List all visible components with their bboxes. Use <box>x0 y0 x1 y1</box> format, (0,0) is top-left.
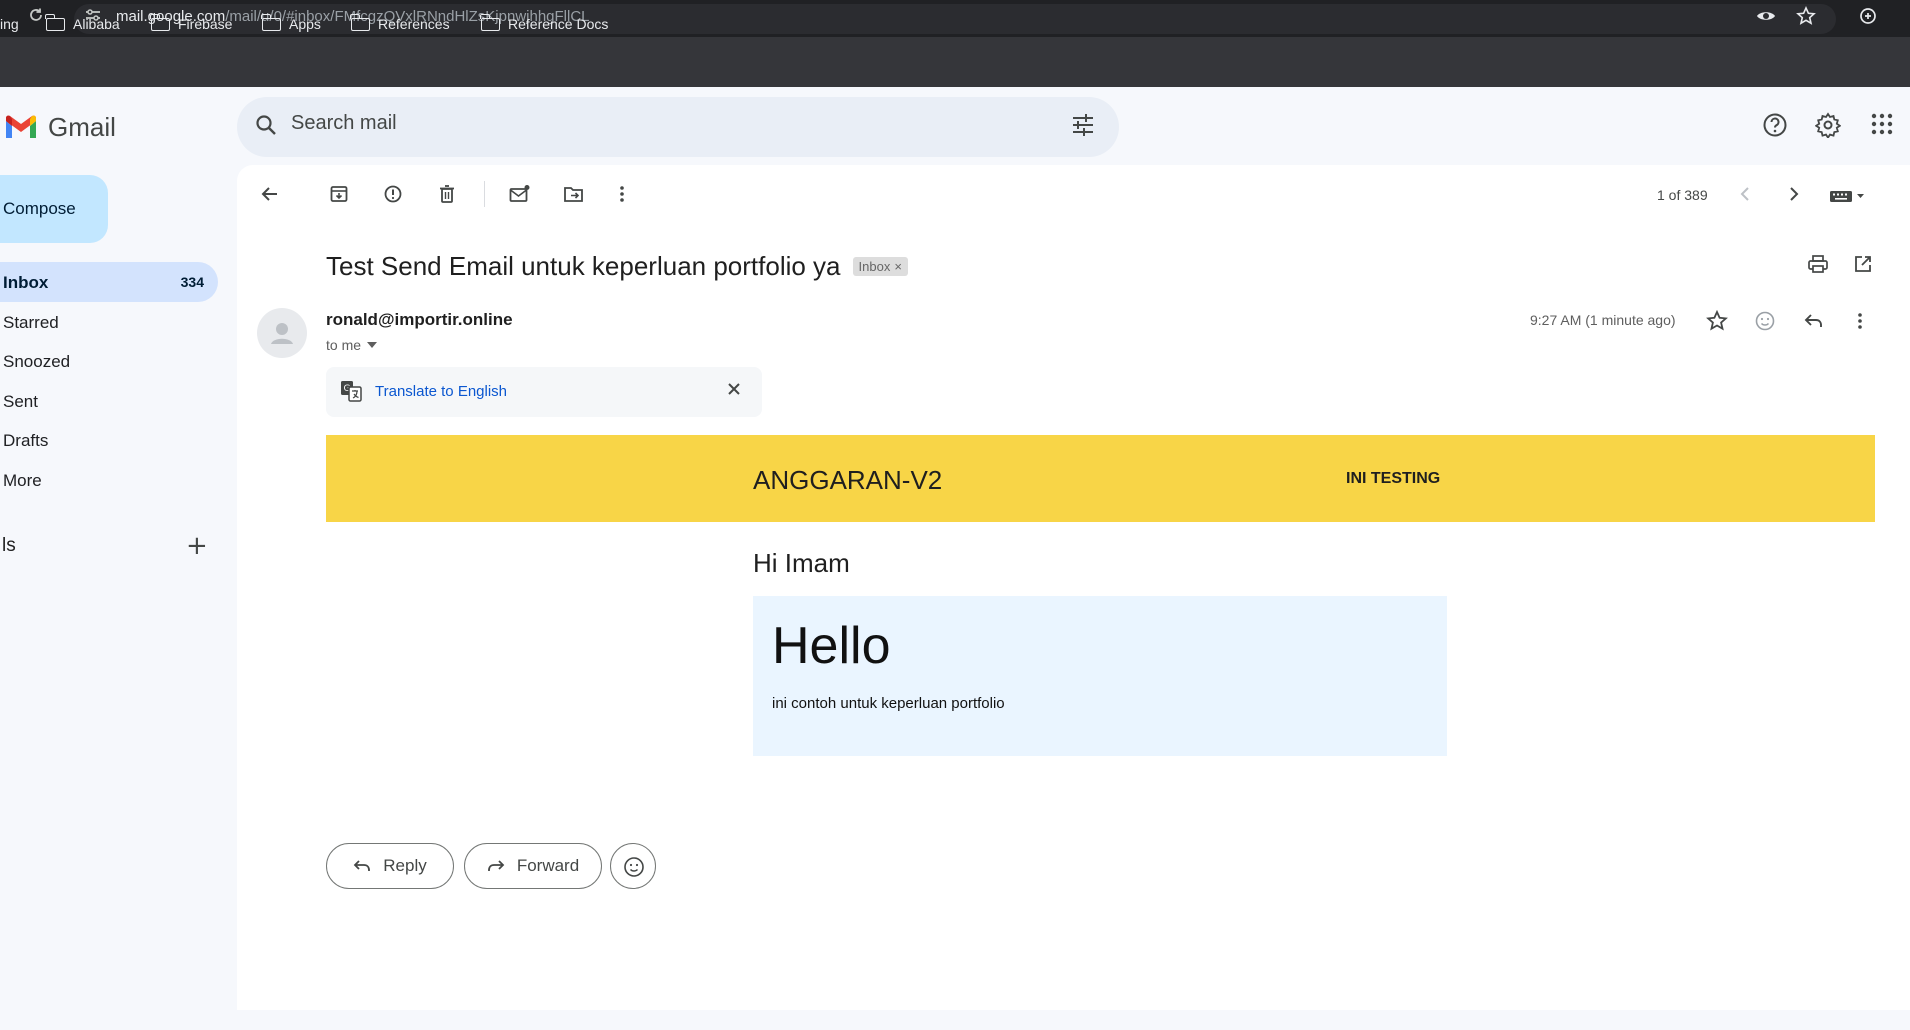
mark-unread-icon[interactable] <box>509 184 531 209</box>
card-body-text: ini contoh untuk keperluan portfolio <box>772 695 1005 712</box>
bookmark-label: References <box>378 16 450 32</box>
gmail-m-icon <box>6 115 36 138</box>
emoji-icon <box>624 857 644 877</box>
sidebar-item-drafts[interactable]: Drafts <box>0 420 218 460</box>
message-timestamp: 9:27 AM (1 minute ago) <box>1530 312 1676 328</box>
sidebar-item-snoozed[interactable]: Snoozed <box>0 341 218 381</box>
bookmark-folder-references[interactable]: References <box>350 13 450 32</box>
folder-icon <box>150 13 170 31</box>
newer-chevron-icon[interactable] <box>1738 184 1752 209</box>
card-heading: Hello <box>772 617 891 675</box>
remove-label-button[interactable]: × <box>894 259 902 274</box>
sender-avatar[interactable] <box>257 308 307 358</box>
bookmarks-bar <box>0 37 1910 87</box>
archive-icon[interactable] <box>329 184 349 209</box>
sender-email[interactable]: ronald@importir.online <box>326 310 513 330</box>
labels-heading: ls <box>2 535 16 556</box>
folder-icon <box>261 13 281 31</box>
report-spam-icon[interactable] <box>383 184 403 209</box>
bookmark-star-icon[interactable] <box>1796 6 1816 31</box>
forward-label: Forward <box>516 856 580 875</box>
bookmark-folder-alibaba[interactable]: Alibaba <box>45 13 120 32</box>
reply-label: Reply <box>383 856 427 875</box>
bookmark-label: Apps <box>289 16 321 32</box>
search-input[interactable] <box>291 112 991 135</box>
sidebar-item-label: Snoozed <box>3 352 71 371</box>
close-translate-icon[interactable] <box>726 378 742 403</box>
extension-icon[interactable] <box>1858 6 1878 31</box>
bookmark-item[interactable]: ing <box>0 16 19 32</box>
sidebar-item-more[interactable]: More <box>0 460 218 500</box>
folder-icon <box>45 13 65 31</box>
bookmark-label: Firebase <box>178 16 233 32</box>
message-subject: Test Send Email untuk keperluan portfoli… <box>326 251 908 282</box>
translate-icon: G <box>340 380 362 407</box>
message-more-icon[interactable] <box>1856 310 1864 337</box>
label-chip-text: Inbox <box>858 259 891 274</box>
reply-button[interactable]: Reply <box>326 843 454 889</box>
compose-button[interactable]: Compose <box>0 175 108 243</box>
subject-text: Test Send Email untuk keperluan portfoli… <box>326 251 841 281</box>
delete-trash-icon[interactable] <box>437 184 457 209</box>
default-avatar-icon <box>271 323 293 344</box>
help-icon[interactable] <box>1762 112 1788 143</box>
bookmark-label: Alibaba <box>73 16 120 32</box>
banner-tag: INI TESTING <box>1346 470 1441 487</box>
forward-icon <box>487 860 505 871</box>
sidebar-item-starred[interactable]: Starred <box>0 302 218 342</box>
folder-icon <box>480 13 500 31</box>
email-banner <box>326 435 1875 522</box>
sidebar-item-label: Starred <box>3 313 59 332</box>
bookmark-folder-reference-docs[interactable]: Reference Docs <box>480 13 609 32</box>
print-icon[interactable] <box>1807 254 1829 279</box>
bookmark-folder-apps[interactable]: Apps <box>261 13 321 32</box>
translate-link[interactable]: Translate to English <box>375 383 507 400</box>
move-to-icon[interactable] <box>563 184 585 209</box>
sidebar-item-label: Sent <box>3 392 38 411</box>
label-chip-inbox[interactable]: Inbox × <box>852 257 908 276</box>
more-options-icon[interactable] <box>618 184 626 209</box>
recipient-text: to me <box>326 337 362 353</box>
gmail-logo[interactable]: Gmail <box>4 112 116 143</box>
toolbar-divider <box>484 181 485 207</box>
email-greeting: Hi Imam <box>753 548 850 578</box>
forward-button[interactable]: Forward <box>464 843 602 889</box>
react-emoji-button[interactable] <box>610 843 656 889</box>
recipient-line[interactable]: to me <box>326 337 378 353</box>
folder-icon <box>350 13 370 31</box>
older-chevron-icon[interactable] <box>1787 184 1801 209</box>
banner-title: ANGGARAN-V2 <box>753 465 943 495</box>
settings-gear-icon[interactable] <box>1814 112 1842 143</box>
reply-arrow-icon[interactable] <box>1803 310 1825 337</box>
bookmark-label: Reference Docs <box>508 16 609 32</box>
apps-grid-icon[interactable] <box>1870 112 1894 141</box>
pagination-text: 1 of 389 <box>1657 187 1708 203</box>
app-name: Gmail <box>48 112 116 142</box>
input-tools-keyboard-icon[interactable] <box>1830 189 1866 208</box>
unread-count: 334 <box>180 274 204 290</box>
eye-icon[interactable] <box>1756 6 1776 31</box>
bookmark-folder-firebase[interactable]: Firebase <box>150 13 233 32</box>
sidebar-item-label: Drafts <box>3 431 49 450</box>
bookmark-label: ing <box>0 16 19 32</box>
sidebar-item-inbox[interactable]: Inbox 334 <box>0 262 218 302</box>
details-dropdown-icon[interactable] <box>367 342 378 348</box>
back-arrow-icon[interactable] <box>260 184 280 209</box>
open-new-window-icon[interactable] <box>1853 254 1873 279</box>
search-icon[interactable] <box>254 113 278 142</box>
sidebar-item-label: More <box>3 471 42 490</box>
sidebar-item-label: Inbox <box>3 273 49 292</box>
reload-icon[interactable] <box>28 7 44 28</box>
reply-icon <box>353 860 371 871</box>
add-reaction-emoji-icon[interactable] <box>1754 310 1776 337</box>
search-options-icon[interactable] <box>1070 112 1096 143</box>
star-icon[interactable] <box>1706 309 1728 337</box>
sidebar-item-sent[interactable]: Sent <box>0 381 218 421</box>
add-label-button[interactable]: + <box>186 531 208 561</box>
